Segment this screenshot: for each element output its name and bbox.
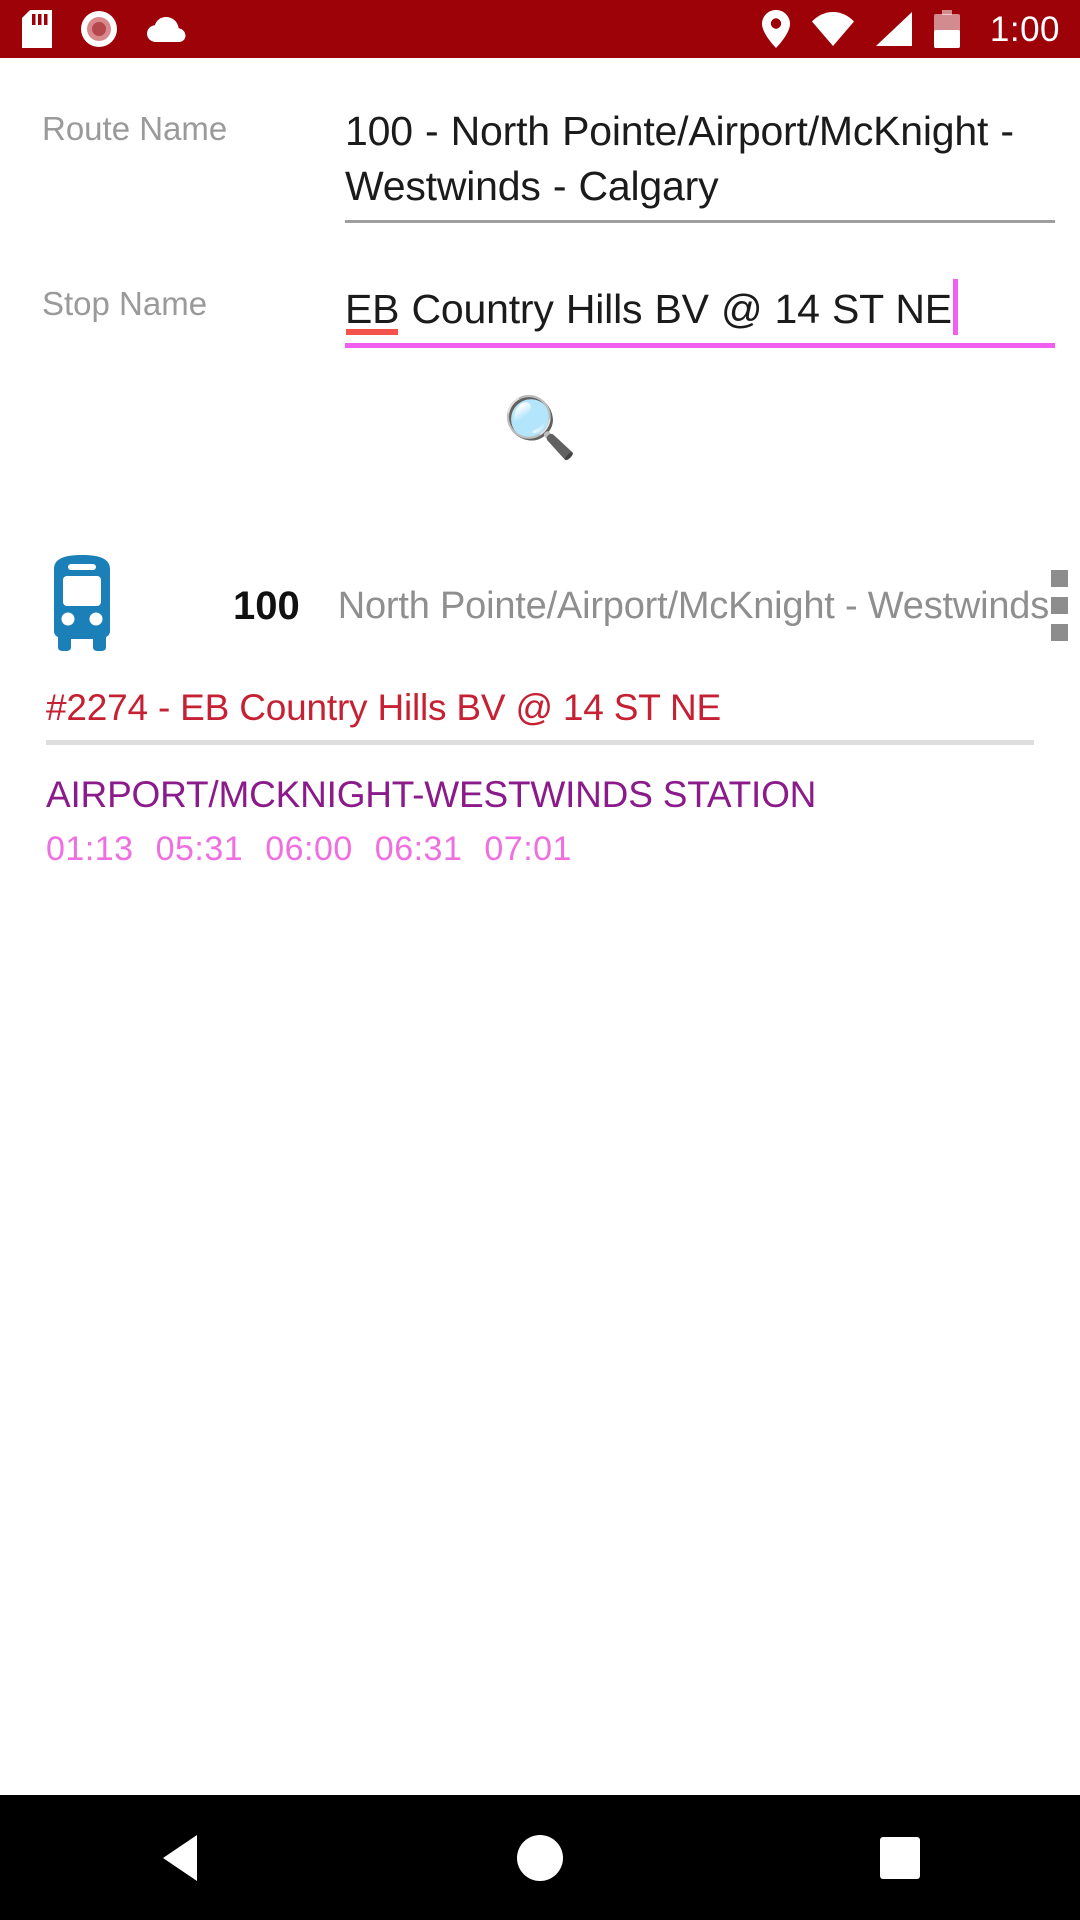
search-form: Route Name 100 - North Pointe/Airport/Mc…	[0, 58, 1080, 348]
schedule-time: 06:31	[374, 830, 463, 869]
divider	[46, 740, 1034, 745]
schedule-time: 05:31	[155, 830, 244, 869]
bus-front-icon	[46, 555, 140, 658]
home-button[interactable]	[450, 1795, 630, 1920]
route-number: 100	[233, 584, 300, 628]
sd-card-icon	[22, 10, 52, 48]
route-name-underline	[345, 220, 1055, 223]
route-name-label: Route Name	[42, 110, 228, 147]
app-screen: 1:00 Route Name 100 - North Pointe/Airpo…	[0, 0, 1080, 1920]
schedule-destination: AIRPORT/MCKNIGHT-WESTWINDS STATION	[46, 774, 817, 815]
stop-name-field[interactable]: EB Country Hills BV @ 14 ST NE	[345, 279, 1055, 348]
status-bar-left-icons	[22, 10, 190, 48]
schedule-time: 06:00	[265, 830, 353, 869]
home-circle-icon	[517, 1834, 563, 1881]
android-navigation-bar	[0, 1795, 1080, 1920]
route-result-row[interactable]: 100 North Pointe/Airport/McKnight - West…	[0, 555, 1080, 658]
stop-name-row: Stop Name EB Country Hills BV @ 14 ST NE	[0, 279, 1080, 348]
status-bar-right-icons: 1:00	[761, 9, 1060, 49]
stop-header: #2274 - EB Country Hills BV @ 14 ST NE	[46, 687, 722, 728]
stop-name-label: Stop Name	[42, 285, 208, 322]
stop-name-value-rest: Country Hills BV @ 14 ST NE	[399, 286, 952, 332]
route-name-value: 100 - North Pointe/Airport/McKnight - We…	[345, 108, 1014, 209]
battery-icon	[933, 10, 960, 48]
cellular-signal-icon	[875, 12, 912, 46]
cloud-icon	[146, 14, 190, 44]
schedule-times: 01:13 05:31 06:00 06:31 07:01	[46, 830, 1046, 869]
search-icon[interactable]: 🔍	[503, 398, 578, 458]
text-cursor	[952, 279, 958, 335]
schedule-block: AIRPORT/MCKNIGHT-WESTWINDS STATION 01:13…	[46, 772, 1046, 869]
stop-name-value: EB Country Hills BV @ 14 ST NE	[345, 279, 1055, 343]
location-pin-icon	[761, 10, 790, 48]
schedule-time: 01:13	[46, 830, 134, 869]
route-name-field[interactable]: 100 - North Pointe/Airport/McKnight - We…	[345, 104, 1055, 223]
overflow-dot	[1051, 597, 1068, 614]
status-bar: 1:00	[0, 0, 1080, 58]
status-bar-clock: 1:00	[989, 9, 1060, 49]
back-triangle-icon	[163, 1834, 197, 1881]
stop-name-underline	[345, 343, 1055, 348]
more-vertical-icon[interactable]	[1051, 570, 1068, 643]
spellcheck-underlined-word: EB	[345, 282, 399, 337]
wifi-icon	[811, 12, 854, 46]
schedule-time: 07:01	[484, 830, 572, 869]
screen-record-icon	[80, 10, 118, 48]
recents-button[interactable]	[810, 1795, 990, 1920]
back-button[interactable]	[90, 1795, 270, 1920]
overflow-dot	[1051, 570, 1068, 587]
recents-square-icon	[880, 1836, 920, 1879]
overflow-dot	[1051, 624, 1068, 641]
route-name-row: Route Name 100 - North Pointe/Airport/Mc…	[0, 104, 1080, 223]
route-description: North Pointe/Airport/McKnight - Westwind…	[337, 585, 1050, 627]
search-button-row: 🔍	[0, 398, 1080, 458]
